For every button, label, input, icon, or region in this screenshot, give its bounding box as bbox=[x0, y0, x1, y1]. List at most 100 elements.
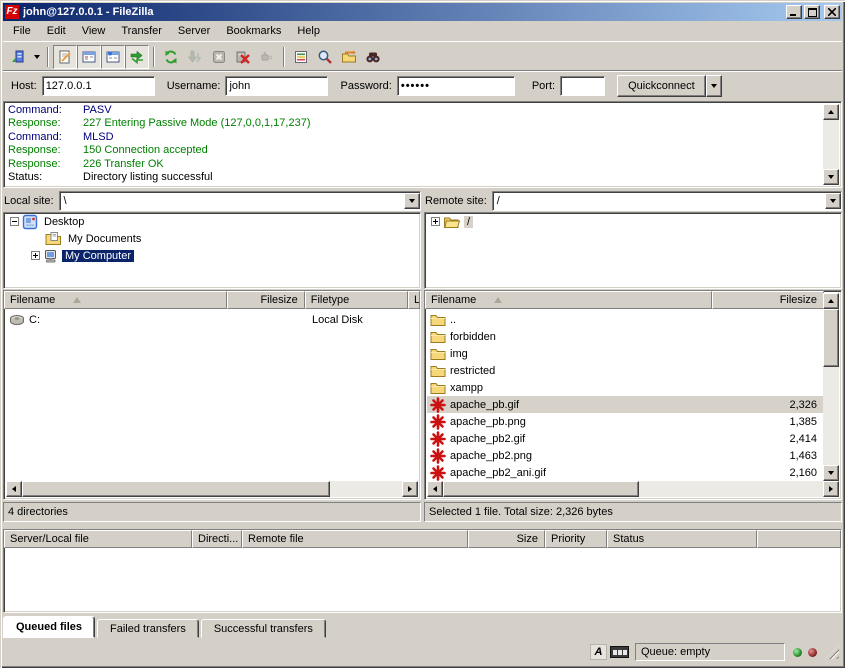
column-header-filesize[interactable]: Filesize bbox=[227, 291, 304, 309]
log-vertical-scrollbar[interactable] bbox=[823, 104, 839, 185]
scroll-thumb[interactable] bbox=[22, 481, 330, 497]
synchronized-browsing-icon[interactable] bbox=[337, 45, 361, 69]
minimize-button[interactable] bbox=[786, 5, 802, 19]
column-header-direction[interactable]: Directi... bbox=[192, 530, 242, 548]
refresh-icon[interactable] bbox=[159, 45, 183, 69]
toggle-remote-treeview-icon[interactable] bbox=[101, 45, 125, 69]
sort-ascending-icon bbox=[494, 297, 502, 303]
remote-vertical-scrollbar[interactable] bbox=[823, 293, 839, 481]
column-header-filesize[interactable]: Filesize bbox=[712, 291, 824, 309]
directory-listing-filters-icon[interactable] bbox=[289, 45, 313, 69]
site-manager-dropdown-icon[interactable] bbox=[30, 45, 43, 69]
username-input[interactable] bbox=[225, 76, 328, 96]
quickconnect-button[interactable]: Quickconnect bbox=[617, 75, 706, 97]
disconnect-icon[interactable] bbox=[231, 45, 255, 69]
column-header-filename[interactable]: Filename bbox=[425, 291, 712, 309]
column-header-priority[interactable]: Priority bbox=[545, 530, 607, 548]
file-row[interactable]: img bbox=[427, 345, 823, 362]
tree-item-root[interactable]: / bbox=[425, 213, 841, 230]
scroll-down-icon[interactable] bbox=[823, 169, 839, 185]
maximize-button[interactable] bbox=[804, 5, 820, 19]
file-row[interactable]: xampp bbox=[427, 379, 823, 396]
transfer-type-icon[interactable]: A bbox=[590, 644, 607, 660]
process-queue-icon[interactable] bbox=[183, 45, 207, 69]
collapse-icon[interactable] bbox=[10, 217, 19, 226]
menu-bookmarks[interactable]: Bookmarks bbox=[218, 22, 289, 40]
menu-transfer[interactable]: Transfer bbox=[113, 22, 170, 40]
scroll-thumb[interactable] bbox=[443, 481, 639, 497]
tree-item-desktop[interactable]: Desktop bbox=[4, 213, 420, 230]
close-button[interactable] bbox=[824, 5, 840, 19]
column-header-filetype[interactable]: Filetype bbox=[305, 291, 408, 309]
scroll-up-icon[interactable] bbox=[823, 104, 839, 120]
toggle-transfer-queue-icon[interactable] bbox=[125, 45, 149, 69]
password-input[interactable] bbox=[397, 76, 515, 96]
local-horizontal-scrollbar[interactable] bbox=[6, 481, 418, 497]
scroll-thumb[interactable] bbox=[823, 309, 839, 367]
my-documents-icon bbox=[45, 231, 62, 246]
file-row[interactable]: apache_pb.png 1,385 bbox=[427, 413, 823, 430]
scroll-left-icon[interactable] bbox=[427, 481, 443, 497]
file-row[interactable]: apache_pb2_ani.gif 2,160 bbox=[427, 464, 823, 481]
local-site-row: Local site: \ bbox=[3, 190, 421, 212]
title-bar[interactable]: Fz john@127.0.0.1 - FileZilla bbox=[3, 3, 842, 21]
scroll-right-icon[interactable] bbox=[823, 481, 839, 497]
tab-queued-files[interactable]: Queued files bbox=[3, 616, 95, 638]
local-site-dropdown-icon[interactable] bbox=[404, 193, 420, 209]
column-header-remote-file[interactable]: Remote file bbox=[242, 530, 468, 548]
scroll-right-icon[interactable] bbox=[402, 481, 418, 497]
resize-grip[interactable] bbox=[825, 645, 839, 659]
scroll-down-icon[interactable] bbox=[823, 465, 839, 481]
file-row[interactable]: apache_pb2.png 1,463 bbox=[427, 447, 823, 464]
tab-failed-transfers[interactable]: Failed transfers bbox=[97, 619, 199, 638]
column-header-last-modified[interactable]: L bbox=[408, 291, 420, 309]
column-header-filename[interactable]: Filename bbox=[4, 291, 227, 309]
directory-comparison-icon[interactable] bbox=[313, 45, 337, 69]
scroll-track[interactable] bbox=[639, 481, 823, 497]
tab-successful-transfers[interactable]: Successful transfers bbox=[201, 619, 326, 638]
scroll-track[interactable] bbox=[823, 120, 839, 169]
file-row[interactable]: forbidden bbox=[427, 328, 823, 345]
queue-body[interactable] bbox=[6, 550, 839, 610]
file-row[interactable]: C: Local Disk bbox=[6, 311, 418, 328]
file-row[interactable]: .. bbox=[427, 311, 823, 328]
menu-edit[interactable]: Edit bbox=[39, 22, 74, 40]
tree-item-my-documents[interactable]: My Documents bbox=[4, 230, 420, 247]
scroll-track[interactable] bbox=[330, 481, 402, 497]
tree-item-my-computer[interactable]: My Computer bbox=[4, 247, 420, 264]
column-header-server-local-file[interactable]: Server/Local file bbox=[4, 530, 192, 548]
file-row[interactable]: restricted bbox=[427, 362, 823, 379]
reconnect-icon[interactable] bbox=[255, 45, 279, 69]
expand-icon[interactable] bbox=[31, 251, 40, 260]
port-input[interactable] bbox=[560, 76, 605, 96]
menu-file[interactable]: File bbox=[5, 22, 39, 40]
remote-site-dropdown-icon[interactable] bbox=[825, 193, 841, 209]
remote-site-combo[interactable]: / bbox=[492, 191, 842, 211]
menu-help[interactable]: Help bbox=[289, 22, 328, 40]
local-list-header: Filename Filesize Filetype L bbox=[4, 291, 420, 309]
cancel-operation-icon[interactable] bbox=[207, 45, 231, 69]
file-row-selected[interactable]: apache_pb.gif 2,326 bbox=[427, 396, 823, 413]
quickconnect-dropdown-icon[interactable] bbox=[706, 75, 722, 97]
menu-view[interactable]: View bbox=[74, 22, 114, 40]
toggle-message-log-icon[interactable] bbox=[53, 45, 77, 69]
expand-icon[interactable] bbox=[431, 217, 440, 226]
scroll-up-icon[interactable] bbox=[823, 293, 839, 309]
find-files-icon[interactable] bbox=[361, 45, 385, 69]
column-header-size[interactable]: Size bbox=[468, 530, 545, 548]
menu-bar: File Edit View Transfer Server Bookmarks… bbox=[3, 21, 842, 42]
image-file-icon bbox=[430, 448, 446, 464]
remote-horizontal-scrollbar[interactable] bbox=[427, 481, 839, 497]
file-row[interactable]: apache_pb2.gif 2,414 bbox=[427, 430, 823, 447]
scroll-left-icon[interactable] bbox=[6, 481, 22, 497]
menu-server[interactable]: Server bbox=[170, 22, 218, 40]
local-site-combo[interactable]: \ bbox=[59, 191, 421, 211]
local-site-value: \ bbox=[60, 195, 404, 207]
remote-site-row: Remote site: / bbox=[424, 190, 842, 212]
speed-limits-icon[interactable] bbox=[610, 646, 629, 658]
scroll-track[interactable] bbox=[823, 367, 839, 465]
column-header-status[interactable]: Status bbox=[607, 530, 757, 548]
toggle-local-treeview-icon[interactable] bbox=[77, 45, 101, 69]
site-manager-icon[interactable] bbox=[6, 45, 30, 69]
host-input[interactable] bbox=[42, 76, 155, 96]
